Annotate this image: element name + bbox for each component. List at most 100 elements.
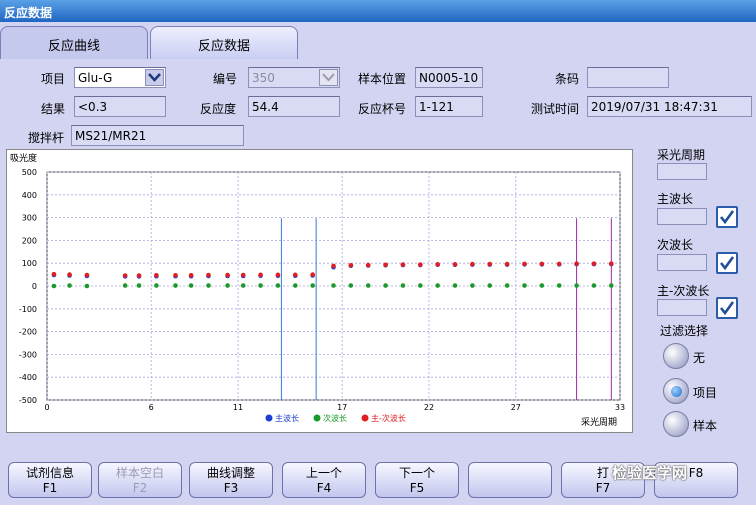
sample-blank-button[interactable]: 样本空白 F2 — [98, 462, 182, 498]
diff-wave-label: 主-次波长 — [657, 284, 710, 298]
data-point — [173, 283, 178, 288]
data-point — [452, 262, 458, 267]
data-point — [188, 283, 194, 288]
data-point — [122, 283, 128, 288]
data-point — [206, 283, 211, 288]
chart-svg: 500 400 300 200 100 0 -100 -200 -300 -400 -500 0 6 11… — [10, 152, 625, 428]
data-point — [310, 272, 315, 277]
legend-marker — [313, 414, 321, 422]
diff-wave-checkbox[interactable] — [716, 297, 738, 319]
data-point — [154, 272, 159, 278]
data-point — [574, 283, 579, 288]
button-key: F2 — [132, 481, 148, 495]
x-tick-label: 33 — [615, 403, 625, 412]
button-label: 样本空白 — [115, 466, 164, 480]
data-point — [348, 283, 354, 288]
watermark-text: 检验医学网 — [612, 464, 688, 482]
test-time-field: 2019/07/31 18:47:31 — [587, 96, 752, 117]
button-label: 下一个 — [398, 466, 435, 480]
data-point — [609, 261, 614, 266]
sub-wave-checkbox[interactable] — [716, 252, 738, 274]
x-tick-label: 27 — [511, 403, 521, 412]
data-point — [275, 272, 281, 278]
data-point — [400, 262, 406, 267]
y-tick-label: -100 — [19, 305, 37, 314]
barcode-label: 条码 — [555, 72, 580, 86]
stirrer-field: MS21/MR21 — [71, 125, 244, 146]
data-point — [365, 283, 371, 288]
chevron-down-icon[interactable] — [319, 69, 338, 86]
filter-radio-none-label: 无 — [693, 351, 706, 365]
cup-number-field: 1-121 — [415, 96, 483, 117]
reaction-chart: 500 400 300 200 100 0 -100 -200 -300 -400 -500 0 6 11… — [6, 149, 633, 433]
sub-wave-label: 次波长 — [657, 238, 694, 252]
button-label: 试剂信息 — [25, 466, 74, 480]
data-point — [435, 283, 440, 288]
number-label: 编号 — [213, 72, 238, 86]
period-label: 采光周期 — [657, 148, 706, 162]
data-point — [225, 283, 230, 288]
x-tick-label: 22 — [424, 403, 434, 412]
data-point — [435, 262, 440, 267]
filter-radio-project[interactable] — [663, 378, 689, 404]
chevron-down-icon[interactable] — [145, 69, 164, 86]
main-wave-checkbox[interactable] — [716, 206, 738, 228]
main-wave-label: 主波长 — [657, 192, 694, 206]
data-point — [331, 263, 336, 269]
y-tick-label: 500 — [22, 168, 37, 177]
data-point — [522, 261, 527, 267]
filter-label: 过滤选择 — [660, 324, 709, 338]
data-point — [240, 272, 246, 278]
test-time-label: 测试时间 — [531, 102, 580, 116]
filter-radio-sample[interactable] — [663, 411, 689, 437]
data-point — [258, 283, 263, 288]
x-tick-label: 17 — [337, 403, 347, 412]
tab-reaction-curve[interactable]: 反应曲线 — [0, 26, 148, 59]
legend-label: 次波长 — [323, 413, 347, 423]
data-point — [240, 283, 246, 288]
x-tick-label: 11 — [233, 403, 243, 412]
project-label: 项目 — [41, 72, 66, 86]
data-point — [331, 283, 336, 288]
data-point — [188, 272, 194, 278]
data-point — [67, 283, 72, 288]
data-point — [136, 273, 142, 278]
data-point — [84, 272, 90, 278]
legend-label: 主波长 — [275, 413, 299, 423]
previous-button[interactable]: 上一个 F4 — [282, 462, 366, 498]
number-select[interactable]: 350 — [248, 67, 340, 88]
button-key: F5 — [409, 481, 425, 495]
y-tick-label: -500 — [19, 396, 37, 405]
reagent-info-button[interactable]: 试剂信息 F1 — [8, 462, 92, 498]
data-point — [522, 283, 527, 288]
x-axis-title: 采光周期 — [581, 416, 617, 428]
sub-wave-field — [657, 254, 707, 271]
button-key: F4 — [316, 481, 332, 495]
period-field — [657, 163, 707, 180]
curve-adjust-button[interactable]: 曲线调整 F3 — [189, 462, 273, 498]
cup-number-label: 反应杯号 — [358, 102, 407, 116]
data-point — [365, 262, 371, 268]
data-point — [418, 262, 423, 267]
main-wave-field — [657, 208, 707, 225]
blank-f6-button[interactable] — [468, 462, 552, 498]
y-tick-label: -200 — [19, 328, 37, 337]
data-point — [452, 283, 458, 288]
data-point — [275, 283, 281, 288]
data-point — [487, 283, 493, 288]
reaction-field: 54.4 — [248, 96, 340, 117]
button-label: 上一个 — [305, 466, 342, 480]
y-tick-label: 200 — [22, 236, 37, 245]
data-point — [67, 272, 72, 277]
project-select[interactable]: Glu-G — [74, 67, 166, 88]
filter-radio-none[interactable] — [663, 343, 689, 369]
data-point — [348, 262, 354, 268]
check-icon — [719, 301, 735, 316]
next-button[interactable]: 下一个 F5 — [375, 462, 459, 498]
button-key: F7 — [595, 481, 611, 495]
data-point — [609, 283, 614, 288]
tab-reaction-data[interactable]: 反应数据 — [150, 26, 298, 59]
data-point — [154, 283, 159, 288]
stirrer-label: 搅拌杆 — [28, 131, 65, 145]
window-title: 反应数据 — [0, 0, 756, 22]
